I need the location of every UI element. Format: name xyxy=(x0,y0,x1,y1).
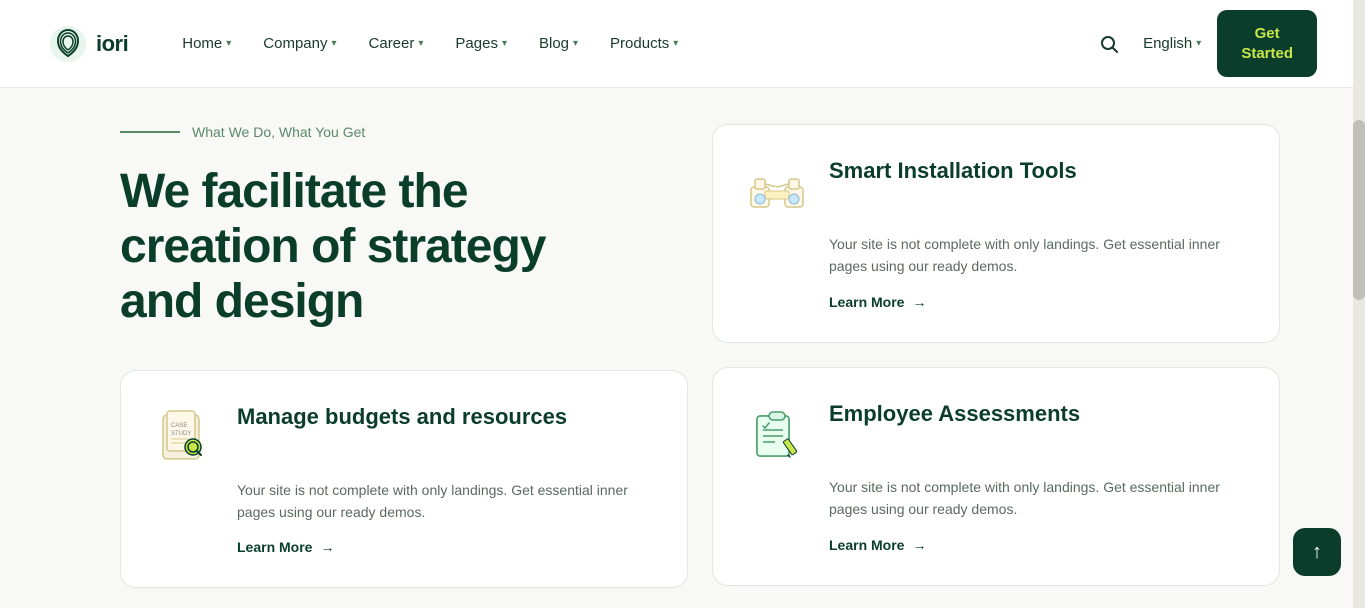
chevron-icon: ▾ xyxy=(673,38,678,49)
logo-icon xyxy=(48,24,88,64)
hero-section: What We Do, What You Get We facilitate t… xyxy=(120,124,688,588)
language-selector[interactable]: English ▾ xyxy=(1143,35,1201,52)
nav-item-pages[interactable]: Pages ▾ xyxy=(441,25,521,62)
employee-assessments-desc: Your site is not complete with only land… xyxy=(745,476,1247,521)
manage-budgets-card: CASE STUDY Manage budgets and resources … xyxy=(120,370,688,589)
right-column: Smart Installation Tools Your site is no… xyxy=(712,124,1280,588)
hero-heading: We facilitate the creation of strategy a… xyxy=(120,164,688,330)
navbar: iori Home ▾ Company ▾ Career ▾ Pages ▾ B… xyxy=(0,0,1365,88)
nav-item-home[interactable]: Home ▾ xyxy=(168,25,245,62)
search-icon xyxy=(1099,34,1119,54)
nav-item-products[interactable]: Products ▾ xyxy=(596,25,692,62)
logo[interactable]: iori xyxy=(48,24,128,64)
smart-installation-desc: Your site is not complete with only land… xyxy=(745,233,1247,278)
scroll-to-top-button[interactable]: ↑ xyxy=(1293,528,1341,576)
budget-icon: CASE STUDY xyxy=(153,403,217,467)
chevron-icon: ▾ xyxy=(226,38,231,49)
logo-text: iori xyxy=(96,31,128,57)
scrollbar-thumb[interactable] xyxy=(1353,120,1365,300)
manage-budgets-desc: Your site is not complete with only land… xyxy=(153,479,655,524)
manage-budgets-learn-more[interactable]: Learn More → xyxy=(153,539,655,555)
card-top: Employee Assessments xyxy=(745,400,1247,464)
svg-text:STUDY: STUDY xyxy=(171,431,191,437)
language-chevron-icon: ▾ xyxy=(1196,38,1201,49)
chevron-icon: ▾ xyxy=(331,38,336,49)
nav-item-career[interactable]: Career ▾ xyxy=(355,25,438,62)
section-label: What We Do, What You Get xyxy=(120,124,688,140)
employee-assessments-learn-more[interactable]: Learn More → xyxy=(745,537,1247,553)
scrollbar-track[interactable] xyxy=(1353,0,1365,608)
card-top: Smart Installation Tools xyxy=(745,157,1247,221)
chevron-icon: ▾ xyxy=(573,38,578,49)
section-label-text: What We Do, What You Get xyxy=(192,124,365,140)
smart-installation-card: Smart Installation Tools Your site is no… xyxy=(712,124,1280,343)
assessment-icon xyxy=(745,400,809,464)
section-label-line xyxy=(120,131,180,133)
language-label: English xyxy=(1143,35,1192,52)
binoculars-icon xyxy=(745,157,809,221)
smart-installation-learn-more[interactable]: Learn More → xyxy=(745,294,1247,310)
chevron-icon: ▾ xyxy=(418,38,423,49)
nav-links: Home ▾ Company ▾ Career ▾ Pages ▾ Blog ▾… xyxy=(168,25,1091,62)
employee-assessments-card: Employee Assessments Your site is not co… xyxy=(712,367,1280,586)
employee-assessments-title: Employee Assessments xyxy=(829,400,1080,429)
nav-item-company[interactable]: Company ▾ xyxy=(249,25,350,62)
manage-budgets-title: Manage budgets and resources xyxy=(237,403,567,432)
search-button[interactable] xyxy=(1091,26,1127,62)
smart-installation-title: Smart Installation Tools xyxy=(829,157,1077,186)
nav-item-blog[interactable]: Blog ▾ xyxy=(525,25,592,62)
main-content: What We Do, What You Get We facilitate t… xyxy=(0,88,1340,608)
svg-text:CASE: CASE xyxy=(171,423,187,429)
nav-right: English ▾ Get Started xyxy=(1091,10,1317,77)
get-started-button[interactable]: Get Started xyxy=(1217,10,1317,77)
chevron-icon: ▾ xyxy=(502,38,507,49)
card-top: CASE STUDY Manage budgets and resources xyxy=(153,403,655,467)
